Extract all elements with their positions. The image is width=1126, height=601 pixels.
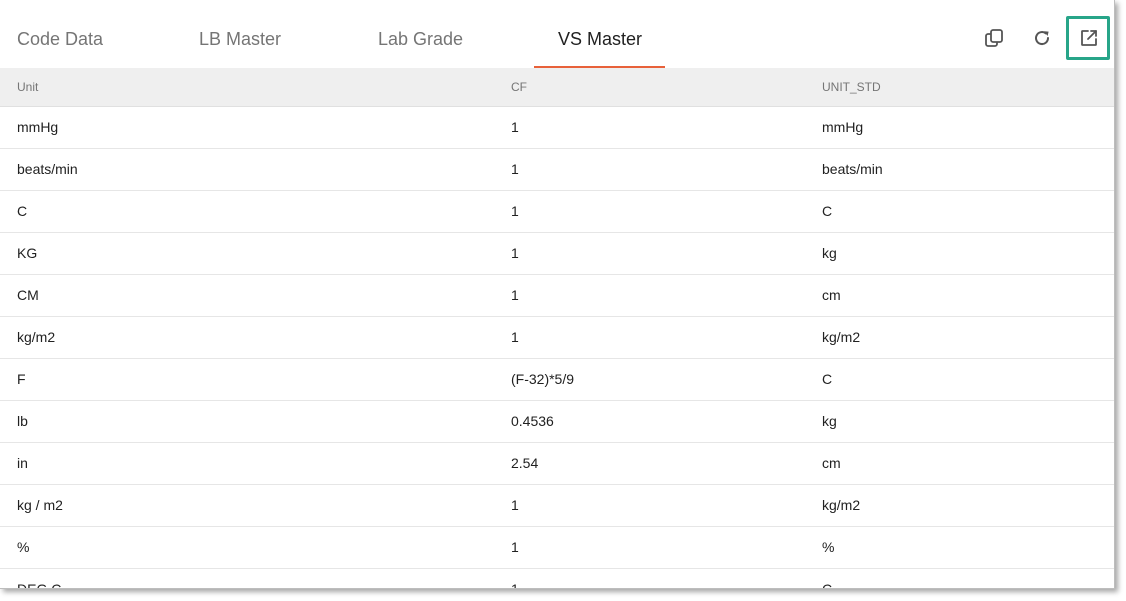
cell-cf: 2.54 (511, 455, 539, 471)
column-header-cf[interactable]: CF (511, 68, 527, 106)
cell-unit: beats/min (17, 161, 78, 177)
copy-icon (985, 29, 1003, 47)
refresh-icon (1035, 31, 1050, 46)
table-row[interactable]: DEG C 1 C (0, 569, 1114, 589)
cell-unit: kg / m2 (17, 497, 63, 513)
table-row[interactable]: % 1 % (0, 527, 1114, 569)
cell-unit: F (17, 371, 26, 387)
data-table: Unit CF UNIT_STD mmHg 1 mmHg beats/min 1… (0, 68, 1114, 589)
tab-bar: Code Data LB Master Lab Grade VS Master (0, 0, 1114, 69)
cell-cf: (F-32)*5/9 (511, 371, 575, 387)
column-header-unit[interactable]: Unit (17, 68, 38, 106)
cell-unit-std: C (822, 371, 833, 387)
cell-unit: DEG C (17, 581, 62, 589)
table-row[interactable]: CM 1 cm (0, 275, 1114, 317)
cell-unit-std: cm (822, 455, 841, 471)
cell-cf: 1 (511, 203, 519, 219)
cell-cf: 1 (511, 245, 519, 261)
cell-cf: 1 (511, 329, 519, 345)
copy-button[interactable] (978, 22, 1010, 54)
tab-code-data[interactable]: Code Data (17, 0, 103, 68)
table-row[interactable]: lb 0.4536 kg (0, 401, 1114, 443)
cell-unit: KG (17, 245, 38, 261)
cell-unit: mmHg (17, 119, 59, 135)
column-header-unit-std[interactable]: UNIT_STD (822, 68, 881, 106)
table-header: Unit CF UNIT_STD (0, 68, 1114, 107)
cell-unit-std: kg (822, 245, 837, 261)
cell-unit: lb (17, 413, 28, 429)
vs-master-panel: Code Data LB Master Lab Grade VS Master (0, 0, 1115, 589)
tab-vs-master[interactable]: VS Master (558, 0, 642, 68)
cell-unit: CM (17, 287, 39, 303)
cell-unit-std: cm (822, 287, 841, 303)
cell-unit-std: % (822, 539, 835, 555)
table-row[interactable]: beats/min 1 beats/min (0, 149, 1114, 191)
refresh-button[interactable] (1026, 22, 1058, 54)
cell-cf: 0.4536 (511, 413, 554, 429)
cell-unit-std: kg/m2 (822, 329, 861, 345)
table-row[interactable]: mmHg 1 mmHg (0, 107, 1114, 149)
cell-cf: 1 (511, 161, 519, 177)
cell-unit: % (17, 539, 30, 555)
cell-cf: 1 (511, 539, 519, 555)
table-row[interactable]: kg/m2 1 kg/m2 (0, 317, 1114, 359)
cell-unit: C (17, 203, 28, 219)
table-row[interactable]: C 1 C (0, 191, 1114, 233)
table-row[interactable]: KG 1 kg (0, 233, 1114, 275)
highlight-box (1066, 16, 1110, 60)
cell-cf: 1 (511, 119, 519, 135)
tab-lab-grade[interactable]: Lab Grade (378, 0, 463, 68)
cell-cf: 1 (511, 287, 519, 303)
cell-unit-std: C (822, 203, 833, 219)
cell-unit-std: beats/min (822, 161, 883, 177)
cell-cf: 1 (511, 497, 519, 513)
cell-unit-std: mmHg (822, 119, 864, 135)
cell-unit-std: C (822, 581, 833, 589)
tab-lb-master[interactable]: LB Master (199, 0, 281, 68)
cell-unit-std: kg/m2 (822, 497, 861, 513)
cell-unit: in (17, 455, 28, 471)
table-row[interactable]: F (F-32)*5/9 C (0, 359, 1114, 401)
cell-cf: 1 (511, 581, 519, 589)
cell-unit: kg/m2 (17, 329, 56, 345)
table-row[interactable]: kg / m2 1 kg/m2 (0, 485, 1114, 527)
cell-unit-std: kg (822, 413, 837, 429)
table-row[interactable]: in 2.54 cm (0, 443, 1114, 485)
